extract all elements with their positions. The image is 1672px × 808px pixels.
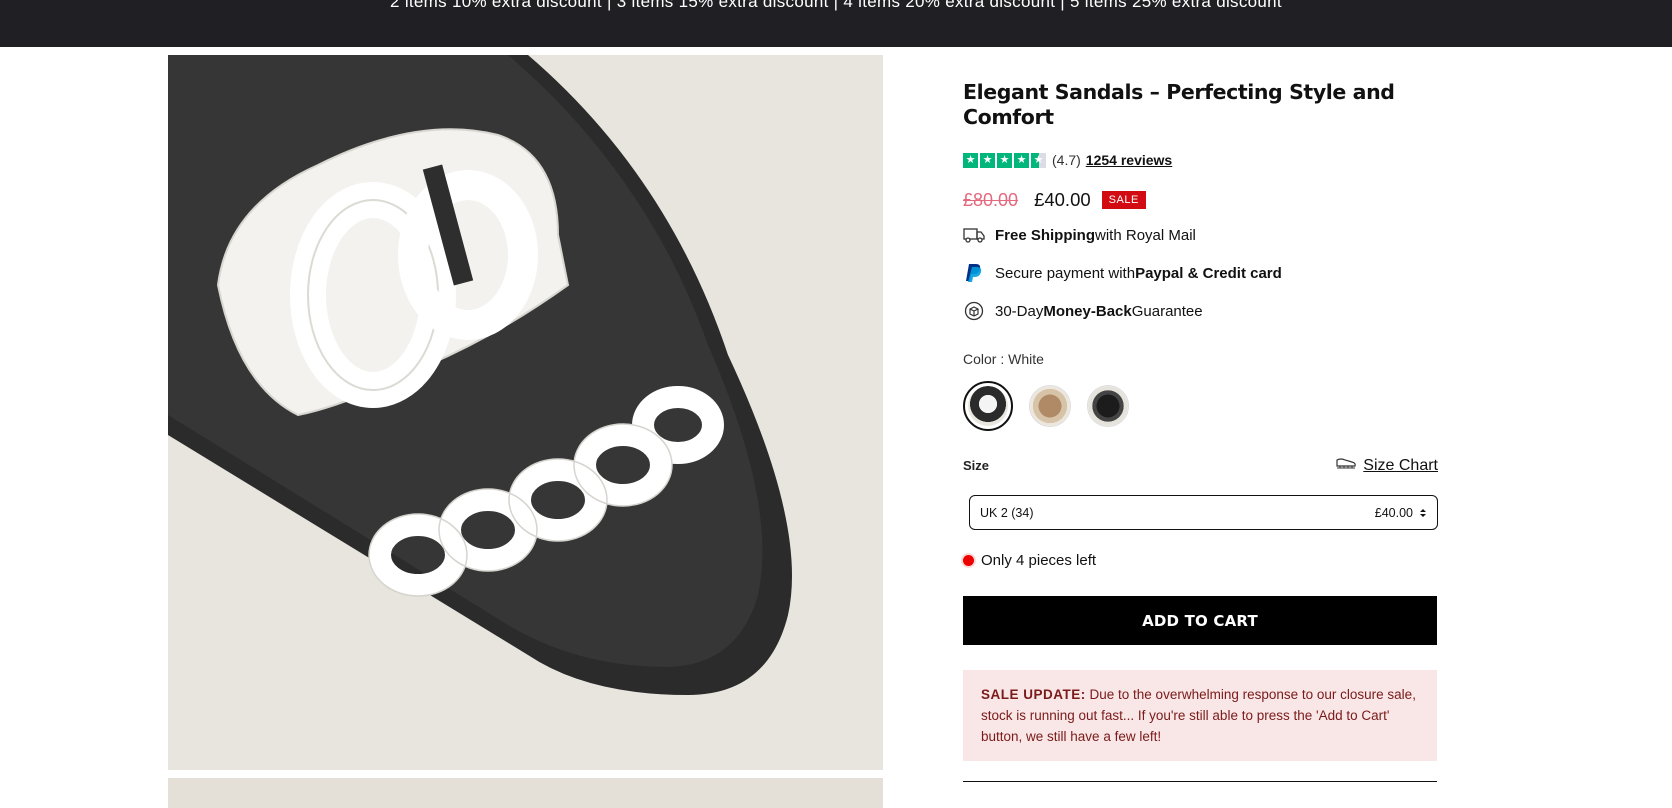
- sale-update-notice: SALE UPDATE: Due to the overwhelming res…: [963, 670, 1437, 761]
- size-select-right: £40.00: [1375, 506, 1427, 520]
- swatch-white[interactable]: [963, 381, 1013, 431]
- guarantee-bold: Money-Back: [1043, 302, 1132, 320]
- size-chart-label: Size Chart: [1363, 456, 1438, 474]
- sale-badge: SALE: [1101, 191, 1146, 209]
- product-image-main[interactable]: [168, 55, 883, 770]
- size-label: Size: [963, 458, 990, 473]
- swatch-tan[interactable]: [1029, 385, 1071, 427]
- product-image-thumb-next[interactable]: [168, 778, 883, 808]
- black-swatch-image: [1088, 386, 1128, 426]
- stock-dot-icon: [963, 555, 974, 566]
- shipping-bold: Free Shipping: [995, 226, 1096, 244]
- product-title: Elegant Sandals – Perfecting Style and C…: [963, 80, 1395, 129]
- sale-price: £40.00: [1034, 189, 1091, 210]
- star-icon: ★: [997, 152, 1012, 168]
- rating-value: (4.7): [1052, 152, 1081, 168]
- shoe-ruler-icon: [1335, 456, 1357, 475]
- money-back-icon: [963, 300, 985, 322]
- sale-update-heading: SALE UPDATE:: [981, 687, 1086, 702]
- shipping-rest: with Royal Mail: [1095, 226, 1196, 244]
- color-swatches: [963, 381, 1129, 431]
- size-chart-link[interactable]: Size Chart: [1335, 456, 1438, 475]
- reviews-link[interactable]: 1254 reviews: [1086, 152, 1172, 168]
- size-selected-price: £40.00: [1374, 505, 1413, 520]
- white-swatch-image: [968, 386, 1008, 426]
- swatch-black[interactable]: [1087, 385, 1129, 427]
- payment-bold: Paypal & Credit card: [1135, 264, 1282, 282]
- star-icon: ★: [963, 152, 978, 168]
- compare-price: £80.00: [963, 189, 1019, 210]
- size-selected-value: UK 2 (34): [980, 505, 1034, 520]
- announcement-text: 2 items 10% extra discount | 3 items 15%…: [390, 0, 1282, 11]
- tan-swatch-image: [1030, 386, 1070, 426]
- payment-pre: Secure payment with: [995, 264, 1136, 282]
- star-icon: ★: [980, 152, 995, 168]
- size-select[interactable]: UK 2 (34) £40.00: [969, 495, 1438, 530]
- price-row: £80.00 £40.00 SALE: [963, 189, 1146, 211]
- star-half-icon: ★: [1031, 152, 1046, 168]
- add-to-cart-button[interactable]: ADD TO CART: [963, 596, 1437, 645]
- feature-shipping: Free Shipping with Royal Mail: [963, 224, 1196, 246]
- color-label: Color : White: [963, 351, 1044, 367]
- guarantee-rest: Guarantee: [1131, 302, 1203, 320]
- stock-indicator: Only 4 pieces left: [963, 552, 1096, 569]
- guarantee-pre: 30-Day: [995, 302, 1044, 320]
- rating-row: ★ ★ ★ ★ ★ (4.7) 1254 reviews: [963, 152, 1172, 168]
- feature-payment: Secure payment with Paypal & Credit card: [963, 262, 1282, 284]
- truck-icon: [963, 224, 985, 246]
- stock-text: Only 4 pieces left: [981, 552, 1097, 569]
- paypal-icon: [963, 262, 985, 284]
- sandal-illustration: [168, 55, 883, 770]
- divider: [963, 781, 1437, 782]
- select-arrows-icon: [1420, 508, 1426, 517]
- trustpilot-stars-icon: ★ ★ ★ ★ ★: [963, 152, 1046, 168]
- star-icon: ★: [1014, 152, 1029, 168]
- announcement-bar: 2 items 10% extra discount | 3 items 15%…: [0, 0, 1672, 47]
- product-info: Elegant Sandals – Perfecting Style and C…: [963, 80, 1438, 782]
- feature-guarantee: 30-Day Money-Back Guarantee: [963, 300, 1203, 322]
